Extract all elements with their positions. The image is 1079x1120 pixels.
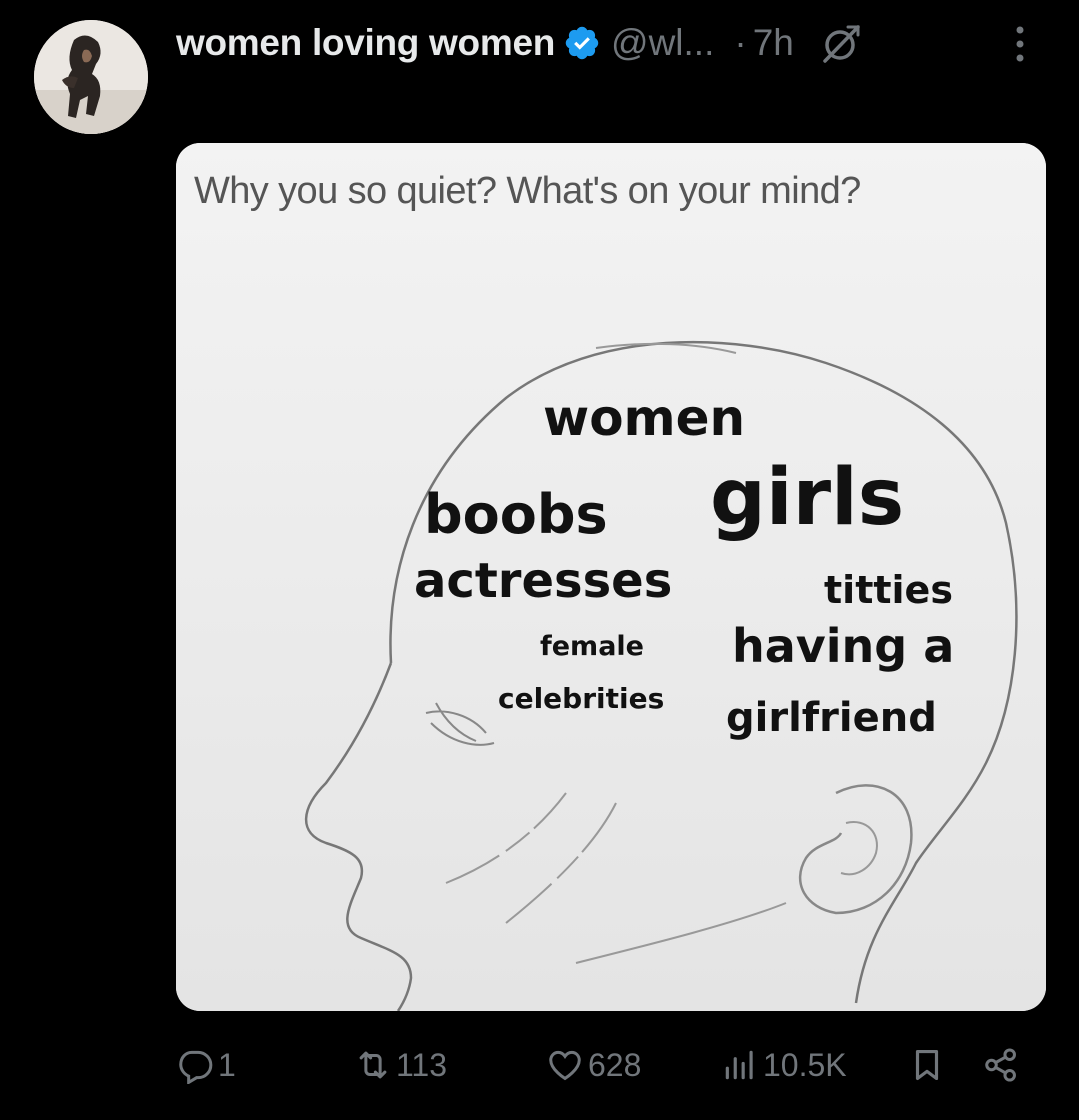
brain-word-women: women <box>543 389 746 447</box>
verified-badge-icon <box>565 26 599 60</box>
brain-word-having-a: having a <box>732 619 955 673</box>
avatar[interactable] <box>34 20 148 134</box>
repost-icon <box>359 1051 387 1079</box>
repost-button[interactable]: 113 <box>354 1040 447 1090</box>
view-count: 10.5K <box>763 1046 847 1083</box>
reply-icon <box>179 1050 213 1084</box>
avatar-photo <box>34 20 148 134</box>
brain-word-female: female <box>540 631 644 662</box>
grok-icon[interactable] <box>818 21 862 65</box>
brain-word-celebrities: celebrities <box>498 682 665 715</box>
more-options-icon[interactable] <box>1013 24 1027 64</box>
like-button[interactable]: 628 <box>546 1040 641 1090</box>
like-count: 628 <box>588 1046 642 1083</box>
post-media-image[interactable]: Why you so quiet? What's on your mind? w… <box>176 143 1046 1011</box>
brain-word-titties: titties <box>824 568 953 612</box>
post-action-bar: 1 113 628 10.5K <box>176 1040 1036 1090</box>
views-icon <box>725 1050 753 1080</box>
meme-caption: Why you so quiet? What's on your mind? <box>194 170 861 212</box>
post-time[interactable]: 7h <box>753 22 794 64</box>
brain-word-girlfriend: girlfriend <box>726 695 937 741</box>
like-icon <box>549 1050 581 1081</box>
share-icon <box>985 1048 1016 1082</box>
brain-word-boobs: boobs <box>424 483 608 546</box>
repost-count: 113 <box>396 1046 448 1083</box>
reply-count: 1 <box>218 1046 236 1083</box>
brain-word-girls: girls <box>710 453 905 543</box>
separator-dot: · <box>734 22 747 63</box>
bookmark-button[interactable] <box>908 1040 946 1090</box>
reply-button[interactable]: 1 <box>176 1040 236 1090</box>
display-name[interactable]: women loving women <box>176 22 555 64</box>
user-handle[interactable]: @wl... <box>611 22 714 64</box>
brain-word-actresses: actresses <box>414 553 673 609</box>
bookmark-icon <box>915 1049 939 1081</box>
share-button[interactable] <box>982 1040 1020 1090</box>
views-button[interactable]: 10.5K <box>721 1040 847 1090</box>
post-header: women loving women @wl... · 7h <box>176 18 1039 68</box>
